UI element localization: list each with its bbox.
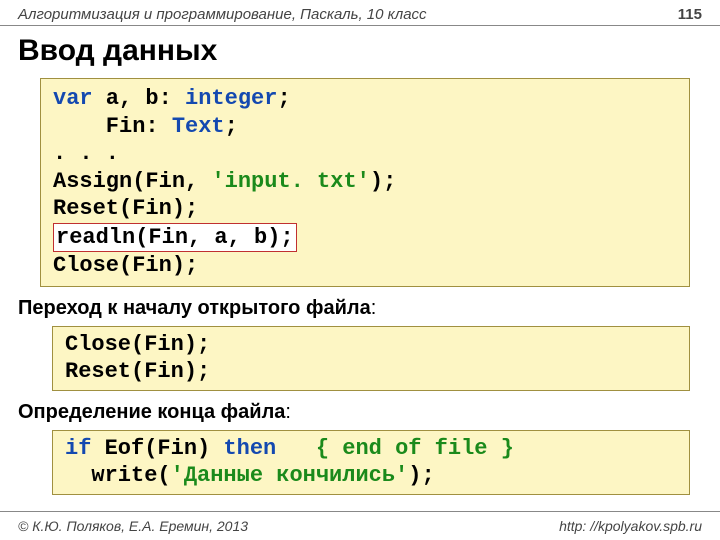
code-line: . . . xyxy=(53,140,677,168)
page-number: 115 xyxy=(678,6,702,23)
copyright-text: © К.Ю. Поляков, Е.А. Еремин, 2013 xyxy=(18,518,248,534)
code-line: readln(Fin, a, b); xyxy=(53,223,677,253)
keyword-var: var xyxy=(53,86,93,111)
code-line: write('Данные кончились'); xyxy=(65,462,677,490)
code-block-main: var a, b: integer; Fin: Text; . . . Assi… xyxy=(40,78,690,287)
keyword-then: then xyxy=(223,436,276,461)
code-line: Close(Fin); xyxy=(65,331,677,359)
page-title: Ввод данных xyxy=(0,26,720,78)
code-line: if Eof(Fin) then { end of file } xyxy=(65,435,677,463)
header-bar: Алгоритмизация и программирование, Паска… xyxy=(0,0,720,26)
keyword-text: Text xyxy=(172,114,225,139)
code-block-reset: Close(Fin); Reset(Fin); xyxy=(52,326,690,391)
code-line: Reset(Fin); xyxy=(53,195,677,223)
section-label-1: Переход к началу открытого файла: xyxy=(0,287,720,326)
subject-title: Алгоритмизация и программирование, Паска… xyxy=(18,6,427,23)
code-line: Assign(Fin, 'input. txt'); xyxy=(53,168,677,196)
source-link[interactable]: http: //kpolyakov.spb.ru xyxy=(559,518,702,534)
keyword-integer: integer xyxy=(185,86,277,111)
code-line: Reset(Fin); xyxy=(65,358,677,386)
string-literal: 'Данные кончились' xyxy=(171,463,409,488)
footer-bar: © К.Ю. Поляков, Е.А. Еремин, 2013 http: … xyxy=(0,511,720,540)
string-literal: 'input. txt' xyxy=(211,169,369,194)
keyword-if: if xyxy=(65,436,91,461)
section-label-2: Определение конца файла: xyxy=(0,391,720,430)
code-line: Fin: Text; xyxy=(53,113,677,141)
code-block-eof: if Eof(Fin) then { end of file } write('… xyxy=(52,430,690,495)
comment: { end of file } xyxy=(316,436,514,461)
code-line: Close(Fin); xyxy=(53,252,677,280)
highlighted-code: readln(Fin, a, b); xyxy=(53,223,297,253)
code-line: var a, b: integer; xyxy=(53,85,677,113)
